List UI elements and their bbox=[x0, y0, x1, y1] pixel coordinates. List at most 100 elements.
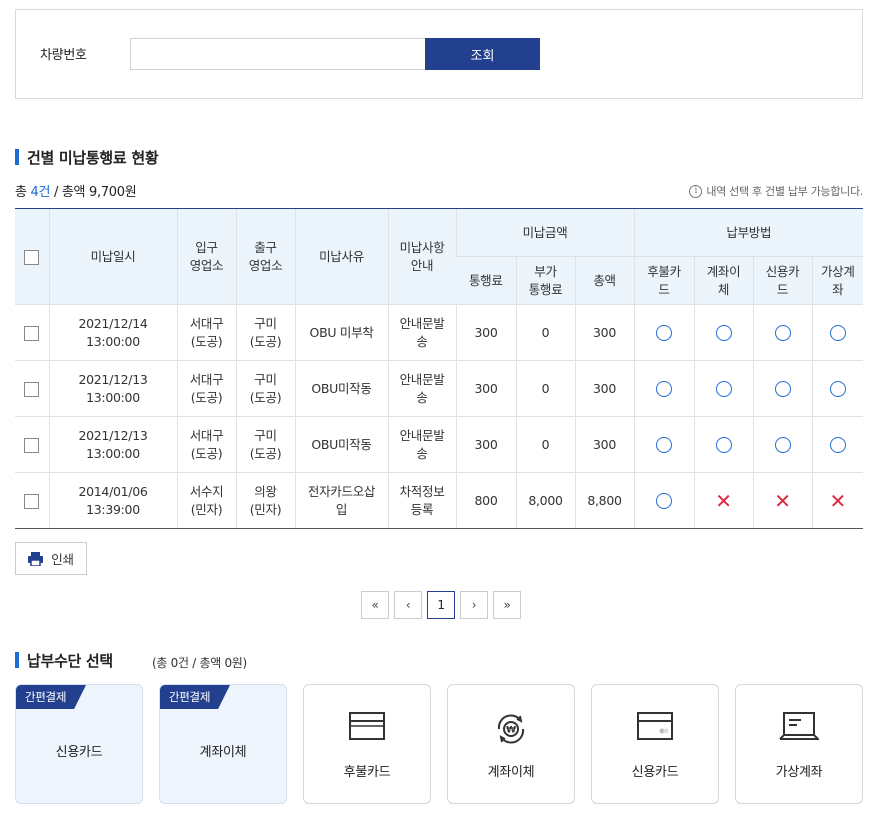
credit-card-option[interactable]: 신용카드 bbox=[591, 684, 719, 804]
cell-total: 300 bbox=[574, 360, 635, 417]
credit-card-icon bbox=[637, 712, 673, 740]
cell-reason: OBU미작동 bbox=[294, 416, 388, 473]
bank-transfer-option[interactable]: ₩ 계좌이체 bbox=[447, 684, 575, 804]
header-guide: 미납사항 안내 bbox=[387, 208, 456, 305]
bank-transfer-label: 계좌이체 bbox=[487, 765, 535, 780]
double-chevron-right-icon: » bbox=[503, 598, 511, 612]
cell-exit: 구미 (도공) bbox=[235, 360, 295, 417]
quick-pay-tag: 간편결제 bbox=[16, 685, 86, 709]
table-row[interactable]: 2021/12/14 13:00:00 서대구 (도공) 구미 (도공) OBU… bbox=[15, 304, 864, 361]
prev-page-button[interactable]: ‹ bbox=[394, 591, 422, 619]
page-number-button[interactable]: 1 bbox=[427, 591, 455, 619]
summary-suffix: / 총액 9,700원 bbox=[50, 185, 137, 200]
available-circle-icon bbox=[829, 325, 846, 341]
cell-postpaid bbox=[633, 416, 695, 473]
cell-transfer bbox=[693, 360, 754, 417]
header-credit: 신용카 드 bbox=[752, 256, 813, 305]
credit-card-label: 신용카드 bbox=[631, 765, 679, 780]
cell-credit: ✕ bbox=[752, 472, 813, 529]
available-circle-icon bbox=[829, 437, 846, 453]
cell-date: 2021/12/13 13:00:00 bbox=[48, 416, 177, 473]
unpaid-table: 미납일시 입구 영업소 출구 영업소 미납사유 미납사항 안내 미납금액 납부방… bbox=[15, 208, 864, 529]
header-reason: 미납사유 bbox=[294, 208, 388, 305]
select-all-cell bbox=[15, 208, 49, 305]
unavailable-x-icon: ✕ bbox=[829, 488, 847, 513]
vehicle-number-label: 차량번호 bbox=[40, 48, 87, 63]
header-method-group: 납부방법 bbox=[633, 208, 864, 257]
cell-total: 300 bbox=[574, 304, 635, 361]
summary-prefix: 총 bbox=[15, 185, 31, 200]
vehicle-number-input[interactable] bbox=[130, 38, 426, 70]
cell-total: 8,800 bbox=[574, 472, 635, 529]
print-label: 인쇄 bbox=[51, 552, 74, 567]
select-all-checkbox[interactable] bbox=[24, 249, 40, 265]
cell-toll: 300 bbox=[455, 360, 516, 417]
unpaid-section-title: 건별 미납통행료 현황 bbox=[15, 147, 159, 168]
quick-bank-transfer-option[interactable]: 간편결제 계좌이체 bbox=[159, 684, 287, 804]
virtual-account-option[interactable]: 가상계좌 bbox=[735, 684, 863, 804]
cell-extra: 0 bbox=[515, 304, 575, 361]
row-checkbox[interactable] bbox=[24, 493, 40, 509]
cell-credit bbox=[752, 416, 813, 473]
quick-pay-tag: 간편결제 bbox=[160, 685, 230, 709]
chevron-left-icon: ‹ bbox=[405, 598, 411, 612]
available-circle-icon bbox=[656, 493, 673, 509]
double-chevron-left-icon: « bbox=[371, 598, 379, 612]
header-total: 총액 bbox=[574, 256, 635, 305]
cell-reason: OBU미작동 bbox=[294, 360, 388, 417]
cell-transfer bbox=[693, 416, 754, 473]
last-page-button[interactable]: » bbox=[493, 591, 521, 619]
header-postpaid: 후불카 드 bbox=[633, 256, 695, 305]
quick-card-label: 신용카드 bbox=[55, 745, 103, 760]
cell-toll: 300 bbox=[455, 304, 516, 361]
unavailable-x-icon: ✕ bbox=[774, 488, 791, 513]
postpaid-card-option[interactable]: 후불카드 bbox=[303, 684, 431, 804]
bank-transfer-icon: ₩ bbox=[497, 714, 525, 744]
cell-postpaid bbox=[633, 360, 695, 417]
table-row[interactable]: 2021/12/13 13:00:00 서대구 (도공) 구미 (도공) OBU… bbox=[15, 416, 864, 473]
cell-reason: OBU 미부착 bbox=[294, 304, 388, 361]
header-transfer: 계좌이 체 bbox=[693, 256, 754, 305]
cell-date: 2021/12/13 13:00:00 bbox=[48, 360, 177, 417]
cell-guide: 안내문발 송 bbox=[387, 304, 456, 361]
selection-notice: i 내역 선택 후 건별 납부 가능합니다. bbox=[689, 183, 863, 199]
cell-exit: 의왕 (민자) bbox=[235, 472, 295, 529]
cell-guide: 안내문발 송 bbox=[387, 360, 456, 417]
payment-section-title: 납부수단 선택 bbox=[15, 650, 113, 671]
available-circle-icon bbox=[656, 437, 673, 453]
row-checkbox[interactable] bbox=[24, 437, 40, 453]
header-date: 미납일시 bbox=[48, 208, 177, 305]
next-page-button[interactable]: › bbox=[460, 591, 488, 619]
cell-toll: 800 bbox=[455, 472, 516, 529]
quick-card-label: 계좌이체 bbox=[199, 745, 247, 760]
header-exit: 출구 영업소 bbox=[235, 208, 295, 305]
notice-text: 내역 선택 후 건별 납부 가능합니다. bbox=[706, 185, 863, 198]
available-circle-icon bbox=[774, 437, 791, 453]
cell-guide: 안내문발 송 bbox=[387, 416, 456, 473]
cell-virtual bbox=[811, 416, 864, 473]
cell-transfer: ✕ bbox=[693, 472, 754, 529]
header-amount-group: 미납금액 bbox=[455, 208, 635, 257]
cell-virtual bbox=[811, 360, 864, 417]
row-checkbox[interactable] bbox=[24, 381, 40, 397]
svg-text:₩: ₩ bbox=[506, 726, 516, 736]
quick-credit-card-option[interactable]: 간편결제 신용카드 bbox=[15, 684, 143, 804]
cell-postpaid bbox=[633, 472, 695, 529]
table-row[interactable]: 2021/12/13 13:00:00 서대구 (도공) 구미 (도공) OBU… bbox=[15, 360, 864, 417]
cell-postpaid bbox=[633, 304, 695, 361]
print-button[interactable]: 인쇄 bbox=[15, 542, 87, 575]
cell-date: 2014/01/06 13:39:00 bbox=[48, 472, 177, 529]
payment-summary: (총 0건 / 총액 0원) bbox=[152, 656, 247, 670]
unpaid-summary: 총 4건 / 총액 9,700원 bbox=[15, 181, 137, 200]
cell-credit bbox=[752, 360, 813, 417]
cell-exit: 구미 (도공) bbox=[235, 304, 295, 361]
row-select-cell bbox=[15, 360, 49, 417]
cell-entry: 서대구 (도공) bbox=[176, 304, 236, 361]
first-page-button[interactable]: « bbox=[361, 591, 389, 619]
cell-date: 2021/12/14 13:00:00 bbox=[48, 304, 177, 361]
header-toll: 통행료 bbox=[456, 256, 516, 305]
search-button[interactable]: 조회 bbox=[425, 38, 540, 70]
row-checkbox[interactable] bbox=[24, 325, 40, 341]
cell-reason: 전자카드오삽 입 bbox=[294, 472, 388, 529]
table-row[interactable]: 2014/01/06 13:39:00 서수지 (민자) 의왕 (민자) 전자카… bbox=[15, 472, 864, 529]
